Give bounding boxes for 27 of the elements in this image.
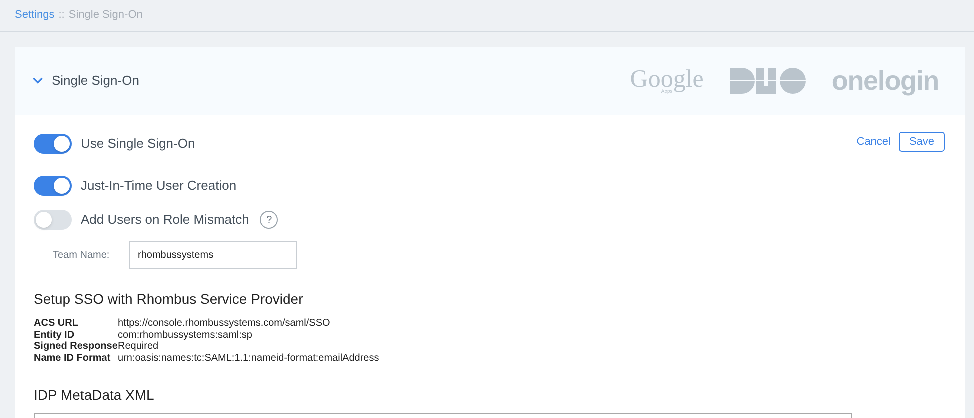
field-value: urn:oasis:names:tc:SAML:1.1:nameid-format:emailAddress xyxy=(118,352,380,364)
field-value: https://console.rhombussystems.com/saml/SSO xyxy=(118,318,330,330)
field-value: Required xyxy=(118,341,159,352)
panel-title: Single Sign-On xyxy=(52,72,140,90)
duo-logo-icon xyxy=(730,68,806,94)
field-label: Team Name: xyxy=(53,248,111,262)
section-heading: Setup SSO with Rhombus Service Provider xyxy=(34,290,304,309)
breadcrumb-separator: :: xyxy=(58,8,65,24)
field-label: Name ID Format xyxy=(34,352,112,364)
onelogin-logo: onelogin xyxy=(832,64,939,98)
team-name-field[interactable]: rhombussystems xyxy=(129,241,297,269)
field-value: com:rhombussystems:saml:sp xyxy=(118,330,252,341)
field-label: Entity ID xyxy=(34,330,76,341)
help-button[interactable]: ? xyxy=(260,211,278,229)
field-label: Signed Response xyxy=(34,341,118,352)
section-heading: IDP MetaData XML xyxy=(34,386,156,405)
toggle-switch[interactable] xyxy=(34,176,72,196)
breadcrumb-link[interactable]: Settings xyxy=(15,7,55,24)
breadcrumb-current: Single Sign-On xyxy=(68,8,143,24)
toggle-switch[interactable] xyxy=(34,210,72,230)
toggle-switch[interactable] xyxy=(34,134,72,154)
toggle-label: Use Single Sign-On xyxy=(81,135,196,154)
toggle-label: Just-In-Time User Creation xyxy=(81,177,237,196)
cancel-button[interactable]: Cancel xyxy=(856,132,891,152)
save-button[interactable]: Save xyxy=(899,132,945,152)
field-label: ACS URL xyxy=(34,318,80,330)
toggle-label: Add Users on Role Mismatch xyxy=(81,211,250,230)
